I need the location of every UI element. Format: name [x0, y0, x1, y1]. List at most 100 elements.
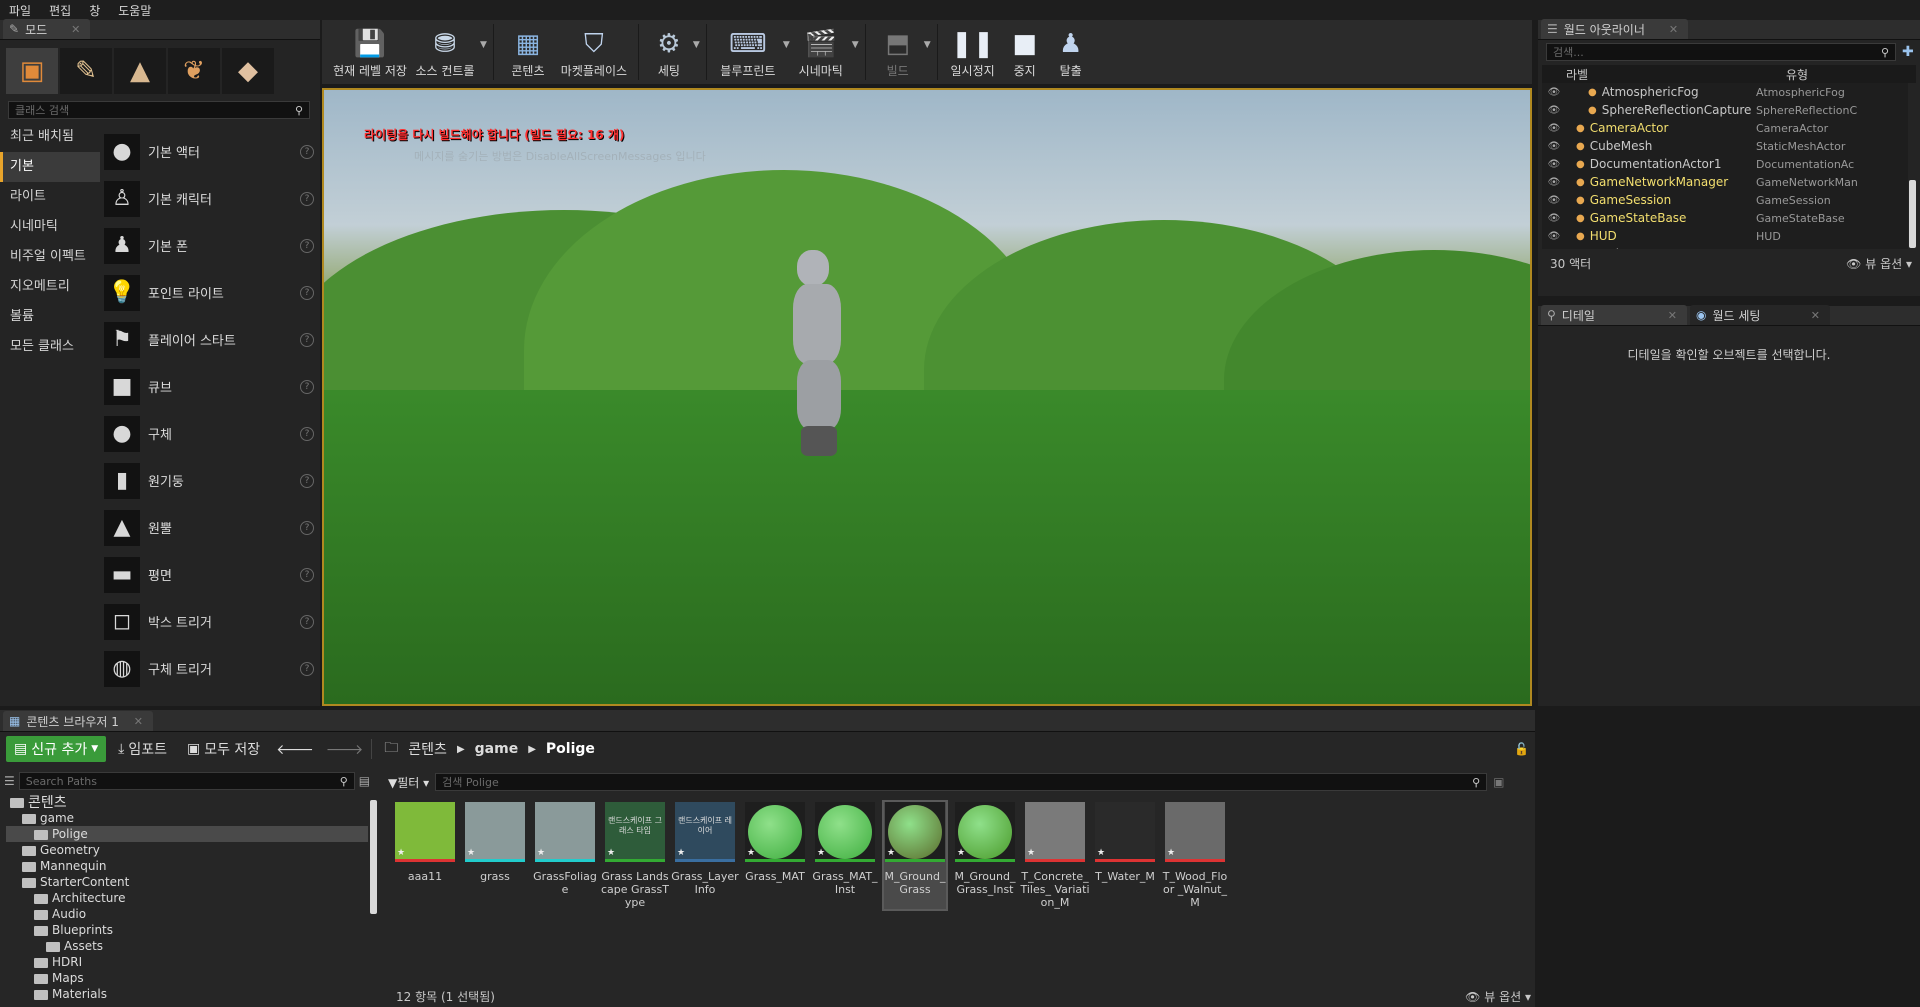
help-icon[interactable]: ?: [300, 661, 314, 676]
help-icon[interactable]: ?: [300, 332, 314, 347]
settings-button[interactable]: ⚙ 세팅: [645, 20, 693, 84]
build-button[interactable]: ⬒ 빌드: [872, 20, 924, 84]
category-item[interactable]: 지오메트리: [0, 272, 100, 302]
save-level-button[interactable]: 💾 현재 레벨 저장: [330, 20, 410, 84]
tree-folder[interactable]: Audio: [6, 906, 368, 922]
help-icon[interactable]: ?: [300, 238, 314, 253]
marketplace-button[interactable]: ⛉ 마켓플레이스: [556, 20, 632, 84]
asset-tile[interactable]: ★ GrassFoliage: [533, 802, 597, 909]
modes-tab[interactable]: ✎ 모드 ✕: [3, 19, 91, 39]
asset-search-input[interactable]: 검색 Polige ⚲: [435, 773, 1488, 791]
view-options-button[interactable]: 👁 뷰 옵션 ▾: [1465, 988, 1531, 1005]
landscape-mode-icon[interactable]: ▲: [114, 48, 166, 94]
help-icon[interactable]: ?: [300, 426, 314, 441]
help-icon[interactable]: ?: [300, 285, 314, 300]
source-control-button[interactable]: ⛃ 소스 컨트롤: [410, 20, 480, 84]
tree-scrollbar[interactable]: [370, 800, 377, 914]
chevron-down-icon[interactable]: ▼: [852, 40, 859, 50]
search-paths-input[interactable]: Search Paths ⚲: [18, 772, 355, 790]
placeable-item[interactable]: 💡 포인트 라이트?: [104, 269, 314, 316]
menu-window[interactable]: 창: [80, 2, 109, 19]
label-column-header[interactable]: 라벨: [1542, 66, 1782, 83]
eject-button[interactable]: ♟ 탈출: [1048, 20, 1094, 84]
outliner-row[interactable]: 👁 ● CubeMesh StaticMeshActor: [1542, 137, 1908, 155]
add-new-button[interactable]: ▤ 신규 추가 ▼: [6, 736, 107, 762]
placeable-item[interactable]: ♙ 기본 캐릭터?: [104, 175, 314, 222]
category-item[interactable]: 시네마틱: [0, 212, 100, 242]
forward-button[interactable]: 🡒: [322, 736, 368, 762]
eye-icon[interactable]: 👁: [1542, 123, 1566, 134]
chevron-down-icon[interactable]: ▼: [924, 40, 931, 50]
placeable-item[interactable]: ● 구체?: [104, 410, 314, 457]
cb-tab[interactable]: ▦ 콘텐츠 브라우저 1 ✕: [3, 711, 153, 731]
tree-folder[interactable]: StarterContent: [6, 874, 368, 890]
pause-button[interactable]: ❚❚ 일시정지: [944, 20, 1002, 84]
filter-button[interactable]: ▼필터 ▾: [388, 774, 429, 791]
tree-folder[interactable]: Mannequin: [6, 858, 368, 874]
tree-folder[interactable]: Blueprints: [6, 922, 368, 938]
geometry-mode-icon[interactable]: ◆: [222, 48, 274, 94]
placeable-item[interactable]: ● 기본 액터?: [104, 128, 314, 175]
tree-folder[interactable]: game: [6, 810, 368, 826]
help-icon[interactable]: ?: [300, 379, 314, 394]
paint-mode-icon[interactable]: ✎: [60, 48, 112, 94]
category-item[interactable]: 최근 배치됨: [0, 122, 100, 152]
view-options-button[interactable]: 👁 뷰 옵션 ▾: [1846, 255, 1912, 272]
eye-icon[interactable]: 👁: [1542, 159, 1566, 170]
tree-folder[interactable]: Assets: [6, 938, 368, 954]
eye-icon[interactable]: 👁: [1542, 141, 1566, 152]
chevron-down-icon[interactable]: ▼: [480, 40, 487, 50]
asset-tile[interactable]: 랜드스케이프 레이어 ★ Grass_Layer Info: [671, 802, 739, 909]
asset-tile[interactable]: ★ Grass_MAT_ Inst: [812, 802, 878, 909]
help-icon[interactable]: ?: [300, 520, 314, 535]
placeable-item[interactable]: ▮ 원기둥?: [104, 457, 314, 504]
placeable-item[interactable]: ■ 큐브?: [104, 363, 314, 410]
world-settings-tab[interactable]: ◉ 월드 세팅 ✕: [1690, 305, 1830, 325]
asset-tile[interactable]: ★ T_Water_M: [1094, 802, 1156, 909]
asset-tile[interactable]: ★ M_Ground_ Grass_Inst: [954, 802, 1016, 909]
tree-folder[interactable]: 콘텐츠: [6, 794, 368, 811]
class-search-input[interactable]: 클래스 검색 ⚲: [8, 101, 310, 119]
help-icon[interactable]: ?: [300, 144, 314, 159]
eye-icon[interactable]: 👁: [1542, 213, 1566, 224]
outliner-row[interactable]: 👁 ● HUD HUD: [1542, 227, 1908, 245]
eye-icon[interactable]: 👁: [1542, 87, 1566, 98]
chevron-down-icon[interactable]: ▼: [693, 40, 700, 50]
category-item[interactable]: 비주얼 이펙트: [0, 242, 100, 272]
outliner-row[interactable]: 👁 ● DocumentationActor1 DocumentationAc: [1542, 155, 1908, 173]
asset-tile[interactable]: ★ aaa11: [394, 802, 456, 909]
back-button[interactable]: 🡐: [272, 736, 318, 762]
lock-icon[interactable]: 🔓: [1514, 742, 1529, 756]
outliner-tab[interactable]: ☰ 월드 아웃라이너 ✕: [1541, 19, 1689, 39]
outliner-row[interactable]: 👁 ● GameNetworkManager GameNetworkMan: [1542, 173, 1908, 191]
menu-help[interactable]: 도움말: [109, 2, 160, 19]
asset-tile[interactable]: ★ T_Wood_Floor _Walnut_M: [1163, 802, 1227, 909]
foliage-mode-icon[interactable]: ❦: [168, 48, 220, 94]
list-icon[interactable]: ☰: [4, 774, 15, 788]
placeable-item[interactable]: ◻ 박스 트리거?: [104, 598, 314, 645]
outliner-scrollbar[interactable]: [1909, 180, 1916, 248]
asset-tile[interactable]: ★ T_Concrete_ Tiles_ Variation_M: [1020, 802, 1090, 909]
category-item[interactable]: 라이트: [0, 182, 100, 212]
stop-button[interactable]: ■ 중지: [1002, 20, 1048, 84]
placeable-item[interactable]: ⚑ 플레이어 스타트?: [104, 316, 314, 363]
breadcrumb-game[interactable]: game: [475, 741, 519, 757]
level-viewport[interactable]: 라이팅을 다시 빌드해야 합니다 (빌드 필요: 16 개) 메시지를 숨기는 …: [322, 88, 1532, 706]
tree-folder[interactable]: Architecture: [6, 890, 368, 906]
asset-tile[interactable]: ★ Grass_MAT: [744, 802, 806, 909]
breadcrumb-polige[interactable]: Polige: [546, 741, 595, 757]
eye-icon[interactable]: 👁: [1542, 195, 1566, 206]
cinematics-button[interactable]: 🎬 시네마틱: [790, 20, 852, 84]
details-tab[interactable]: ⚲ 디테일 ✕: [1541, 305, 1687, 325]
menu-file[interactable]: 파일: [0, 2, 40, 19]
type-column-header[interactable]: 유형: [1782, 66, 1808, 83]
asset-tile[interactable]: ★ grass: [464, 802, 526, 909]
asset-tile[interactable]: 랜드스케이프 그래스 타입 ★ Grass Landscape GrassType: [601, 802, 669, 909]
tree-folder[interactable]: HDRI: [6, 954, 368, 970]
place-mode-icon[interactable]: ▣: [6, 48, 58, 94]
category-item[interactable]: 모든 클래스: [0, 332, 100, 362]
outliner-row[interactable]: 👁 ● GameStateBase GameStateBase: [1542, 209, 1908, 227]
help-icon[interactable]: ?: [300, 614, 314, 629]
eye-icon[interactable]: 👁: [1542, 231, 1566, 242]
close-icon[interactable]: ✕: [1811, 309, 1820, 322]
